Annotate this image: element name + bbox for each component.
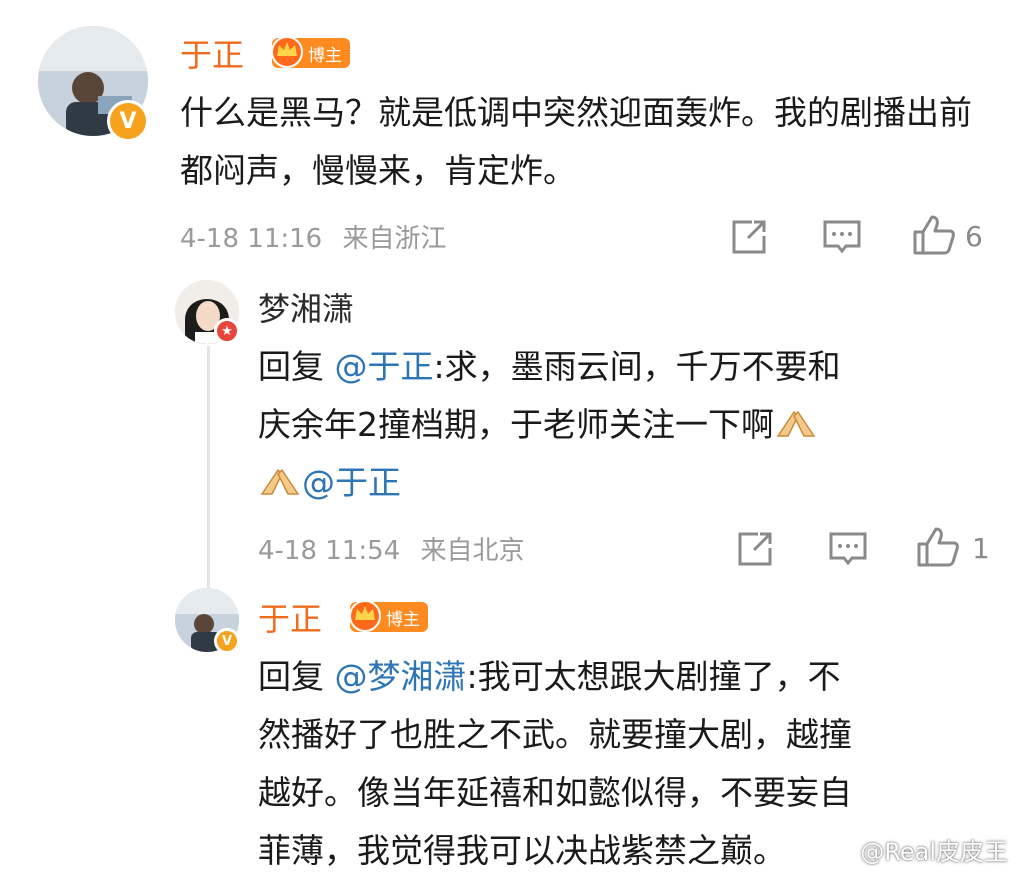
blogger-badge: 博主 [349,600,428,632]
comment-icon[interactable] [822,218,862,256]
like-icon[interactable] [916,526,960,568]
reply-text-line: 越好。像当年延禧和如懿似得，不要妄自 [258,773,852,812]
verified-icon: V [214,628,240,654]
comment-text: 什么是黑马？就是低调中突然迎面轰炸。我的剧播出前都闷声，慢慢来，肯定炸。 [180,93,972,190]
reply-text-line: :求，墨雨云间，千万不要和 [433,347,841,386]
pray-hands-emoji [260,468,300,495]
blogger-badge: 博主 [271,36,350,68]
verified-icon: ★ [214,318,240,344]
crown-icon [349,600,381,632]
reply-time: 4-18 11:54 来自北京 [258,530,524,567]
reply-text: 回复 @于正:求，墨雨云间，千万不要和 庆余年2撞档期，于老师关注一下啊 @于正 [258,338,998,512]
reply-prefix: 回复 [258,347,335,386]
mention-link[interactable]: @梦湘潇 [335,657,467,696]
like-count: 6 [965,220,983,253]
crown-icon [271,36,303,68]
time-text: 4-18 11:54 [258,536,401,566]
reply-text-line: 庆余年2撞档期，于老师关注一下啊 [258,405,774,444]
time-text: 4-18 11:16 [180,224,323,254]
username[interactable]: 于正 [180,30,244,76]
reply-prefix: 回复 [258,657,335,696]
badge-label: 博主 [386,609,420,630]
badge-label: 博主 [308,45,342,66]
reply-text-line: :我可太想跟大剧撞了，不 [466,657,841,696]
mention-link[interactable]: @于正 [335,347,434,386]
location-text: 来自北京 [420,536,525,566]
share-icon[interactable] [736,530,776,568]
like-icon[interactable] [912,214,956,256]
thread-line [207,346,210,590]
comment-icon[interactable] [828,530,868,568]
mention-link[interactable]: @于正 [302,463,401,502]
reply-text-line: 然播好了也胜之不武。就要撞大剧，越撞 [258,715,852,754]
reply-text-line: 菲薄，我觉得我可以决战紫禁之巅。 [258,831,786,870]
username[interactable]: 于正 [258,594,322,640]
username[interactable]: 梦湘潇 [258,284,354,330]
like-count: 1 [972,532,990,565]
pray-hands-emoji [776,410,816,437]
comment-time: 4-18 11:16 来自浙江 [180,218,446,255]
share-icon[interactable] [730,218,770,256]
watermark: @Real皮皮王 [860,838,1008,866]
verified-icon: V [107,100,149,142]
location-text: 来自浙江 [342,224,447,254]
